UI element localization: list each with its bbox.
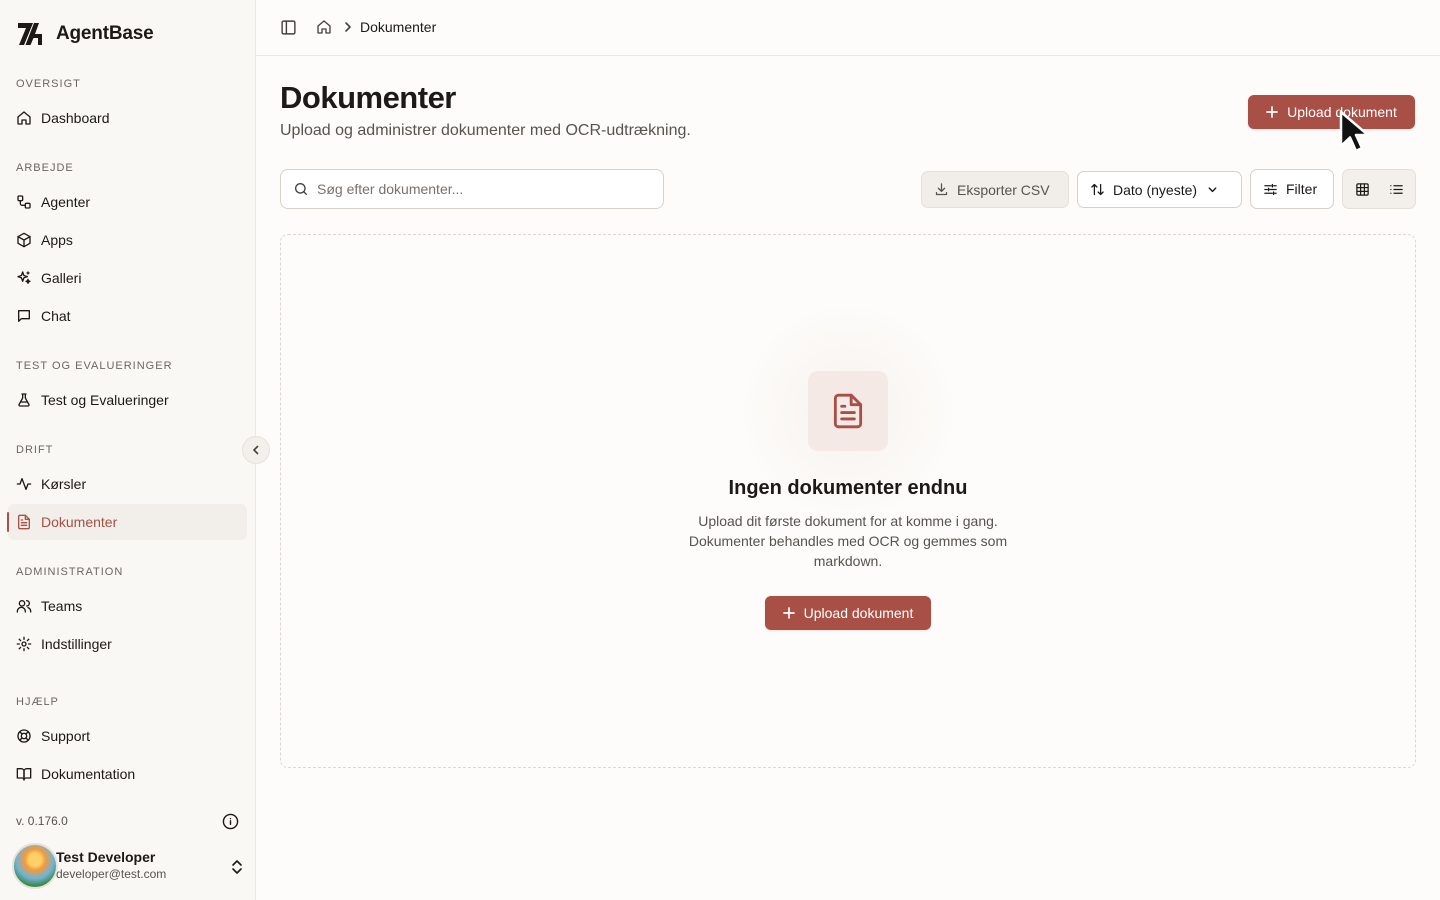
box-icon [17,232,31,248]
grid-view-button[interactable] [1347,174,1377,204]
sidebar-item-label: Dokumenter [41,514,118,530]
search-input[interactable] [317,181,647,197]
list-icon [1389,184,1403,194]
info-icon[interactable] [222,813,239,830]
sidebar-item-label: Dashboard [41,110,110,126]
export-csv-button[interactable]: Eksporter CSV [921,171,1069,208]
message-icon [18,310,30,322]
file-text-icon [18,514,30,530]
sort-select[interactable]: Dato (nyeste) [1077,171,1242,208]
user-menu[interactable]: Test Developer developer@test.com [12,842,248,890]
gear-icon [16,636,32,652]
section-label-test: TEST OG EVALUERINGER [16,360,173,372]
section-label-hjaelp: HJÆLP [16,696,59,708]
filter-label: Filter [1286,181,1318,197]
workflow-icon [17,195,31,209]
section-label-arbejde: ARBEJDE [16,162,74,174]
empty-state-upload-button[interactable]: Upload dokument [765,596,931,630]
search-field[interactable] [280,169,664,209]
sidebar-item-agenter[interactable]: Agenter [8,184,247,220]
export-csv-label: Eksporter CSV [957,181,1050,198]
user-email: developer@test.com [56,867,167,881]
home-icon[interactable] [316,19,332,35]
sort-icon [1091,183,1104,196]
user-name: Test Developer [56,849,156,865]
sidebar-item-label: Galleri [41,270,82,286]
plus-icon [782,607,795,619]
sliders-icon [1264,183,1277,195]
empty-state-icon [808,371,888,451]
chevron-left-icon [253,445,259,455]
sidebar-toggle-icon[interactable] [280,19,297,36]
sidebar-item-dashboard[interactable]: Dashboard [8,100,247,136]
upload-document-button[interactable]: Upload dokument [1248,95,1415,129]
upload-document-label: Upload dokument [1287,104,1397,120]
sidebar-item-label: Test og Evalueringer [41,392,169,408]
agentbase-logo-icon [18,23,42,45]
chevron-down-icon [1208,187,1217,193]
sidebar-item-korsler[interactable]: Kørsler [8,466,247,502]
chevron-right-icon [345,22,351,32]
sidebar-item-chat[interactable]: Chat [8,298,247,334]
brand-name: AgentBase [56,23,154,44]
grid-icon [1355,182,1369,196]
section-label-drift: DRIFT [16,444,54,456]
flask-icon [18,393,30,407]
page-title: Dokumenter [280,80,456,115]
sidebar-item-label: Indstillinger [41,636,112,652]
sort-label: Dato (nyeste) [1113,181,1198,198]
sidebar: AgentBase OVERSIGT Dashboard ARBEJDE Age… [0,0,256,900]
sidebar-item-label: Apps [41,232,73,248]
sparkles-icon [17,271,31,284]
sidebar-item-teams[interactable]: Teams [8,588,247,624]
sidebar-item-label: Teams [41,598,83,614]
brand[interactable]: AgentBase [16,20,154,48]
sidebar-item-apps[interactable]: Apps [8,222,247,258]
sidebar-item-label: Agenter [41,194,91,210]
topbar: Dokumenter [256,0,1440,56]
avatar [12,843,58,889]
page-subtitle: Upload og administrer dokumenter med OCR… [280,122,691,139]
filter-button[interactable]: Filter [1250,169,1334,209]
book-icon [16,768,32,781]
section-label-oversigt: OVERSIGT [16,78,81,90]
view-toggle [1342,169,1416,209]
breadcrumb-current: Dokumenter [360,19,437,35]
home-icon [17,111,31,125]
chevrons-up-down-icon [232,860,242,874]
lifebuoy-icon [17,729,31,743]
plus-icon [1266,106,1278,118]
sidebar-item-dokumenter[interactable]: Dokumenter [7,504,247,540]
activity-icon [16,478,32,490]
sidebar-item-indstillinger[interactable]: Indstillinger [8,626,247,662]
sidebar-item-label: Support [41,728,91,744]
section-label-administration: ADMINISTRATION [16,566,124,578]
list-view-button[interactable] [1381,174,1411,204]
sidebar-item-support[interactable]: Support [8,718,247,754]
search-icon [295,183,307,195]
sidebar-item-label: Chat [41,308,71,324]
sidebar-item-test-og-evalueringer[interactable]: Test og Evalueringer [8,382,247,418]
version-label: v. 0.176.0 [16,814,68,828]
sidebar-item-dokumentation[interactable]: Dokumentation [8,756,247,792]
collapse-sidebar-button[interactable] [242,436,270,464]
user-info: Test Developer developer@test.com [56,849,166,883]
empty-state-title: Ingen dokumenter endnu [728,477,968,499]
file-text-icon [833,393,863,429]
empty-state-upload-label: Upload dokument [803,605,914,621]
sidebar-item-label: Kørsler [41,476,87,492]
download-icon [935,183,948,196]
sidebar-item-galleri[interactable]: Galleri [8,260,247,296]
users-icon [16,600,32,613]
empty-state-description: Upload dit første dokument for at komme … [688,513,1008,569]
sidebar-item-label: Dokumentation [41,766,136,782]
